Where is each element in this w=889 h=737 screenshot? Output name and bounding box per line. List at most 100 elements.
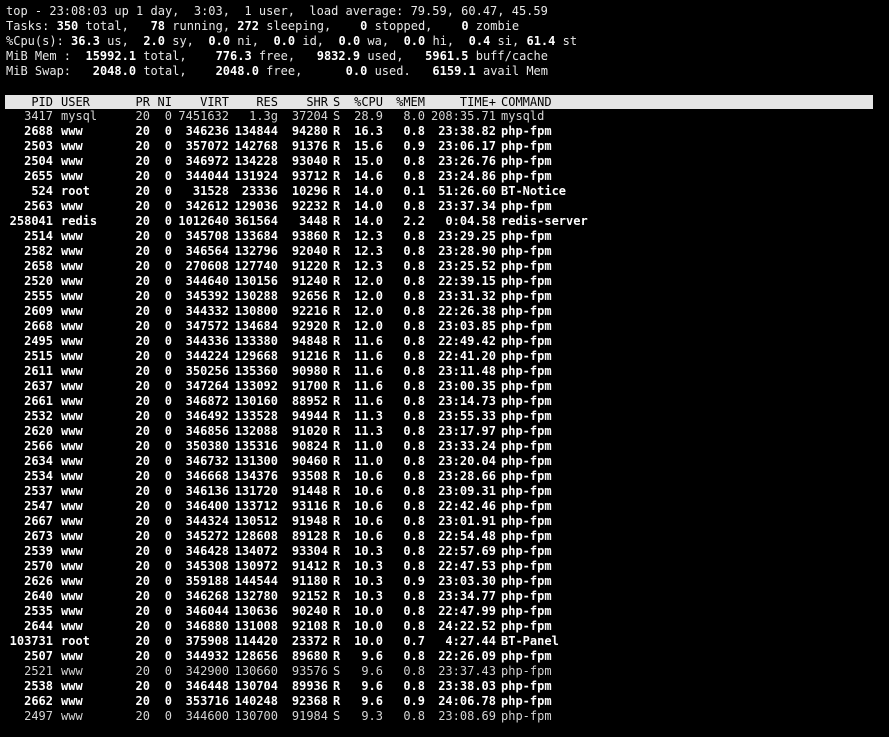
cpu-us-label: us,: [107, 34, 129, 48]
col-state[interactable]: S: [333, 95, 340, 109]
cell-pid: 2620: [24, 424, 53, 438]
col-command[interactable]: COMMAND: [501, 95, 552, 109]
cell-ni: 0: [164, 259, 172, 273]
process-row[interactable]: 2611 www 20 0 350256 135360 90980 R 11.6 0.8 23:11…: [0, 364, 889, 379]
process-row[interactable]: 2661 www 20 0 346872 130160 88952 R 11.6 0.8 23:14…: [0, 394, 889, 409]
col-cpu[interactable]: %CPU: [341, 95, 383, 109]
process-row[interactable]: 2520 www 20 0 344640 130156 91240 R 12.0 0.8 22:39…: [0, 274, 889, 289]
cell-command: php-fpm: [501, 244, 552, 258]
process-row[interactable]: 2609 www 20 0 344332 130800 92216 R 12.0 0.8 22:26…: [0, 304, 889, 319]
process-row[interactable]: 2620 www 20 0 346856 132088 91020 R 11.3 0.8 23:17…: [0, 424, 889, 439]
process-row[interactable]: 2688 www 20 0 346236 134844 94280 R 16.3 0.8 23:38…: [0, 124, 889, 139]
cell-cpu: 11.3: [354, 424, 383, 438]
process-row[interactable]: 2532 www 20 0 346492 133528 94944 R 11.3 0.8 23:55…: [0, 409, 889, 424]
process-row[interactable]: 103731 root 20 0 375908 114420 23372 R 10.0 0.7 4:…: [0, 634, 889, 649]
cell-cpu: 16.3: [354, 124, 383, 138]
process-row[interactable]: 2668 www 20 0 347572 134684 92920 R 12.0 0.8 23:03…: [0, 319, 889, 334]
cell-ni: 0: [164, 379, 172, 393]
cell-command: php-fpm: [501, 574, 552, 588]
terminal-window[interactable]: top - 23:08:03 up 1 day, 3:03, 1 user, l…: [0, 0, 889, 737]
col-user[interactable]: USER: [61, 95, 90, 109]
process-row[interactable]: 2538 www 20 0 346448 130704 89936 R 9.6 0.8 23:38.…: [0, 679, 889, 694]
col-shr[interactable]: SHR: [278, 95, 328, 109]
col-res[interactable]: RES: [229, 95, 278, 109]
cell-user: www: [61, 319, 83, 333]
process-row[interactable]: 2640 www 20 0 346268 132780 92152 R 10.3 0.8 23:34…: [0, 589, 889, 604]
process-row[interactable]: 2495 www 20 0 344336 133380 94848 R 11.6 0.8 22:49…: [0, 334, 889, 349]
process-row[interactable]: 2634 www 20 0 346732 131300 90460 R 11.0 0.8 23:20…: [0, 454, 889, 469]
process-row[interactable]: 2673 www 20 0 345272 128608 89128 R 10.6 0.8 22:54…: [0, 529, 889, 544]
cell-cpu: 9.6: [361, 649, 383, 663]
swap-avail: 6159.1: [432, 64, 476, 78]
process-row[interactable]: 2547 www 20 0 346400 133712 93116 R 10.6 0.8 22:42…: [0, 499, 889, 514]
process-row[interactable]: 2507 www 20 0 344932 128656 89680 R 9.6 0.8 22:26.…: [0, 649, 889, 664]
process-row[interactable]: 2503 www 20 0 357072 142768 91376 R 15.6 0.9 23:06…: [0, 139, 889, 154]
col-pid[interactable]: PID: [5, 95, 53, 109]
cell-cpu: 9.3: [361, 709, 383, 723]
cpu-sy: 2.0: [143, 34, 165, 48]
process-row[interactable]: 3417 mysql 20 0 7451632 1.3g 37204 S 28.9 8.0 208:…: [0, 109, 889, 124]
cell-time: 23:17.97: [438, 424, 496, 438]
process-row[interactable]: 2582 www 20 0 346564 132796 92040 R 12.3 0.8 23:28…: [0, 244, 889, 259]
cell-res: 132796: [234, 244, 278, 258]
process-row[interactable]: 2626 www 20 0 359188 144544 91180 R 10.3 0.9 23:03…: [0, 574, 889, 589]
cell-virt: 347264: [185, 379, 229, 393]
swap-free: 2048.0: [215, 64, 259, 78]
tasks-running: 78: [150, 19, 166, 33]
process-row[interactable]: 2637 www 20 0 347264 133092 91700 R 11.6 0.8 23:00…: [0, 379, 889, 394]
process-row[interactable]: 2658 www 20 0 270608 127740 91220 R 12.3 0.8 23:25…: [0, 259, 889, 274]
process-row[interactable]: 2504 www 20 0 346972 134228 93040 R 15.0 0.8 23:26…: [0, 154, 889, 169]
cell-state: R: [333, 559, 341, 573]
col-ni[interactable]: NI: [150, 95, 172, 109]
cell-ni: 0: [164, 109, 172, 123]
process-row[interactable]: 2521 www 20 0 342900 130660 93576 S 9.6 0.8 23:37.…: [0, 664, 889, 679]
cell-user: www: [61, 349, 83, 363]
process-row[interactable]: 2570 www 20 0 345308 130972 91412 R 10.3 0.8 22:47…: [0, 559, 889, 574]
cell-ni: 0: [164, 529, 172, 543]
process-row[interactable]: 524 root 20 0 31528 23336 10296 R 14.0 0.1 51:26.6…: [0, 184, 889, 199]
process-row[interactable]: 2497 www 20 0 344600 130700 91984 S 9.3 0.8 23:08.…: [0, 709, 889, 724]
swap-avail-label: avail Mem: [482, 64, 549, 78]
cell-ni: 0: [164, 514, 172, 528]
cell-res: 131720: [234, 484, 278, 498]
swap-used: 0.0: [345, 64, 368, 78]
cell-pr: 20: [135, 499, 150, 513]
process-row[interactable]: 258041 redis 20 0 1012640 361564 3448 R 14.0 2.2 0…: [0, 214, 889, 229]
cell-virt: 342900: [185, 664, 229, 678]
process-row[interactable]: 2537 www 20 0 346136 131720 91448 R 10.6 0.8 23:09…: [0, 484, 889, 499]
cell-res: 130800: [234, 304, 278, 318]
cell-ni: 0: [164, 694, 172, 708]
process-row[interactable]: 2644 www 20 0 346880 131008 92108 R 10.0 0.8 24:22…: [0, 619, 889, 634]
process-row[interactable]: 2667 www 20 0 344324 130512 91948 R 10.6 0.8 23:01…: [0, 514, 889, 529]
process-row[interactable]: 2662 www 20 0 353716 140248 92368 R 9.6 0.9 24:06.…: [0, 694, 889, 709]
cell-res: 134376: [234, 469, 278, 483]
tasks-zombie-label: zombie: [475, 19, 520, 33]
col-virt[interactable]: VIRT: [172, 95, 229, 109]
process-row[interactable]: 2555 www 20 0 345392 130288 92656 R 12.0 0.8 23:31…: [0, 289, 889, 304]
process-row[interactable]: 2566 www 20 0 350380 135316 90824 R 11.0 0.8 23:33…: [0, 439, 889, 454]
process-row[interactable]: 2535 www 20 0 346044 130636 90240 R 10.0 0.8 22:47…: [0, 604, 889, 619]
cell-state: R: [333, 124, 341, 138]
cell-shr: 93116: [291, 499, 328, 513]
cpu-si-label: si,: [497, 34, 520, 48]
cell-res: 23336: [241, 184, 278, 198]
tasks-total: 350: [56, 19, 79, 33]
cell-mem: 0.8: [403, 394, 425, 408]
cell-pid: 2582: [24, 244, 53, 258]
col-pr[interactable]: PR: [120, 95, 150, 109]
cell-command: php-fpm: [501, 664, 552, 678]
col-time[interactable]: TIME+: [425, 95, 496, 109]
process-row[interactable]: 2539 www 20 0 346428 134072 93304 R 10.3 0.8 22:57…: [0, 544, 889, 559]
cell-pr: 20: [135, 679, 150, 693]
cell-ni: 0: [164, 634, 172, 648]
cell-command: php-fpm: [501, 439, 552, 453]
process-row[interactable]: 2655 www 20 0 344044 131924 93712 R 14.6 0.8 23:24…: [0, 169, 889, 184]
cell-cpu: 9.6: [361, 664, 383, 678]
col-mem[interactable]: %MEM: [383, 95, 425, 109]
process-row[interactable]: 2515 www 20 0 344224 129668 91216 R 11.6 0.8 22:41…: [0, 349, 889, 364]
process-row[interactable]: 2563 www 20 0 342612 129036 92232 R 14.0 0.8 23:37…: [0, 199, 889, 214]
process-row[interactable]: 2514 www 20 0 345708 133684 93860 R 12.3 0.8 23:29…: [0, 229, 889, 244]
cell-shr: 91180: [291, 574, 328, 588]
process-row[interactable]: 2534 www 20 0 346668 134376 93508 R 10.6 0.8 23:28…: [0, 469, 889, 484]
cell-virt: 344640: [185, 274, 229, 288]
